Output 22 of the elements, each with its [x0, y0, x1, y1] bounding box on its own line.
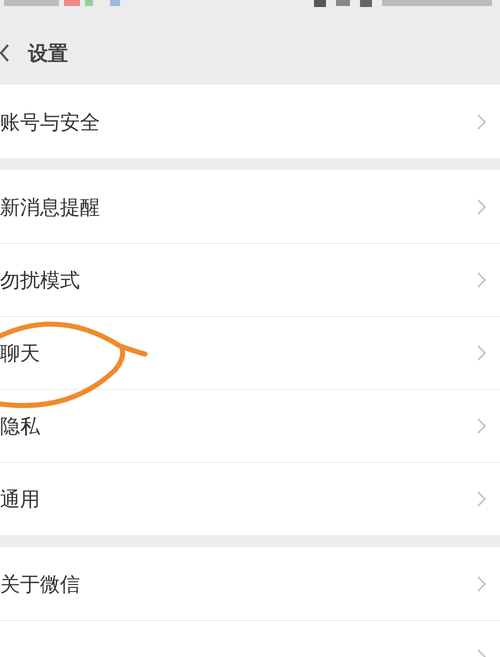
settings-row[interactable]: 勿扰模式: [0, 243, 500, 316]
row-label: 通用: [0, 486, 40, 513]
settings-row[interactable]: 聊天: [0, 316, 500, 389]
row-label: 勿扰模式: [0, 267, 80, 294]
row-label: 新消息提醒: [0, 194, 100, 220]
chevron-icon: [477, 198, 486, 214]
settings-row[interactable]: 新消息提醒: [0, 170, 500, 243]
chevron-icon: [477, 418, 486, 434]
chevron-icon: [477, 272, 486, 288]
chevron-icon: [477, 345, 486, 361]
chevron-icon: [477, 114, 486, 130]
row-label: 隐私: [0, 413, 40, 440]
chevron-icon: [477, 576, 486, 592]
settings-row[interactable]: 账号与安全: [0, 85, 500, 158]
row-label: 账号与安全: [0, 108, 100, 136]
chevron-icon: [477, 491, 486, 507]
back-icon[interactable]: [0, 42, 10, 62]
settings-row[interactable]: 通用: [0, 462, 500, 535]
settings-row[interactable]: 隐私: [0, 389, 500, 462]
window-title: 设置: [28, 40, 68, 66]
row-label: 聊天: [0, 340, 40, 367]
row-label: 关于微信: [0, 570, 80, 598]
